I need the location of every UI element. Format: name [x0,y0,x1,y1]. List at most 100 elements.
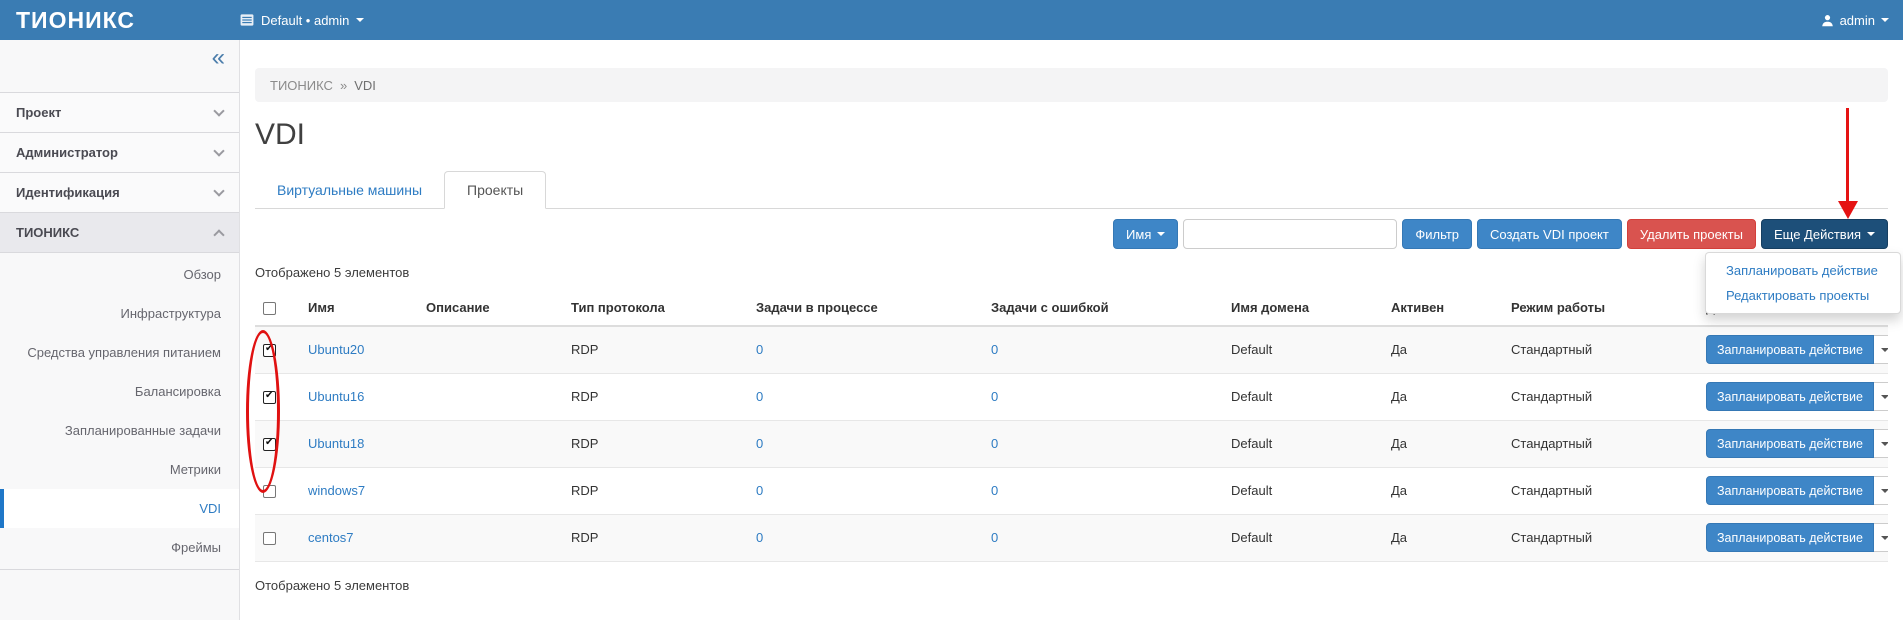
sidebar-item-5[interactable]: Метрики [0,450,239,489]
cell-tasks-failed-link[interactable]: 0 [991,483,998,498]
cell-active: Да [1383,514,1503,561]
sidebar-section-2[interactable]: Идентификация [0,173,239,213]
cell-tasks-in-progress-link[interactable]: 0 [756,530,763,545]
schedule-action-button[interactable]: Запланировать действие [1706,523,1874,552]
cell-description [418,420,563,467]
cell-tasks-in-progress-link[interactable]: 0 [756,483,763,498]
sidebar-section-3[interactable]: ТИОНИКС [0,213,239,253]
schedule-action-button[interactable]: Запланировать действие [1706,429,1874,458]
schedule-action-button[interactable]: Запланировать действие [1706,476,1874,505]
cell-active: Да [1383,420,1503,467]
sidebar-section-label: Администратор [16,145,118,160]
cell-tasks-in-progress: 0 [748,326,983,373]
name-filter-dropdown[interactable]: Имя [1113,219,1178,249]
row-action-button-group: Запланировать действие [1706,382,1888,411]
sidebar-item-0[interactable]: Обзор [0,255,239,294]
sidebar-item-3[interactable]: Балансировка [0,372,239,411]
cell-domain: Default [1223,326,1383,373]
cell-name: Ubuntu18 [300,420,418,467]
cell-name: centos7 [300,514,418,561]
cell-tasks-in-progress: 0 [748,467,983,514]
chevron-up-icon [213,229,224,240]
chevron-down-icon [1881,348,1888,352]
cell-protocol: RDP [563,514,748,561]
project-name-link[interactable]: windows7 [308,483,365,498]
cell-actions: Запланировать действие [1698,326,1888,373]
row-action-button-group: Запланировать действие [1706,476,1888,505]
cell-name: windows7 [300,467,418,514]
cell-tasks-failed-link[interactable]: 0 [991,436,998,451]
annotation-red-arrow-line [1846,108,1849,203]
sidebar-collapse-icon[interactable]: « [212,46,225,70]
tionix-logo: ТИОНИКС [16,7,135,33]
cell-tasks-in-progress: 0 [748,373,983,420]
user-icon [1821,14,1834,27]
dropdown-menu-item-0[interactable]: Запланировать действие [1706,258,1900,283]
more-actions-dropdown-menu: Запланировать действиеРедактировать прое… [1705,252,1901,314]
sidebar-section-1[interactable]: Администратор [0,133,239,173]
main-content: ТИОНИКС » VDI VDI Виртуальные машиныПрое… [240,40,1903,620]
cell-tasks-in-progress-link[interactable]: 0 [756,389,763,404]
sidebar-item-7[interactable]: Фреймы [0,528,239,567]
project-name-link[interactable]: Ubuntu18 [308,436,364,451]
items-count-top: Отображено 5 элементов [255,265,1888,280]
cell-tasks-in-progress-link[interactable]: 0 [756,342,763,357]
row-actions-dropdown-toggle[interactable] [1874,429,1888,458]
column-header-6: Активен [1383,290,1503,326]
cell-tasks-failed-link[interactable]: 0 [991,389,998,404]
row-actions-dropdown-toggle[interactable] [1874,335,1888,364]
cell-select [255,514,300,561]
schedule-action-button[interactable]: Запланировать действие [1706,335,1874,364]
name-filter-label: Имя [1126,227,1151,242]
delete-projects-button[interactable]: Удалить проекты [1627,219,1756,249]
chevron-down-icon [1867,232,1875,236]
chevron-down-icon [1881,18,1889,22]
page-title: VDI [255,118,1888,152]
cell-mode: Стандартный [1503,514,1698,561]
sidebar-section-label: Идентификация [16,185,120,200]
search-input[interactable] [1183,219,1397,249]
user-menu[interactable]: admin [1821,13,1903,28]
cell-tasks-failed-link[interactable]: 0 [991,530,998,545]
column-header-2: Тип протокола [563,290,748,326]
cell-tasks-failed: 0 [983,326,1223,373]
project-context-switcher[interactable]: Default • admin [240,13,364,28]
column-header-5: Имя домена [1223,290,1383,326]
sidebar-item-4[interactable]: Запланированные задачи [0,411,239,450]
cell-mode: Стандартный [1503,420,1698,467]
dropdown-menu-item-1[interactable]: Редактировать проекты [1706,283,1900,308]
sidebar-section-0[interactable]: Проект [0,93,239,133]
select-all-checkbox[interactable] [263,302,276,315]
row-checkbox[interactable] [263,532,276,545]
table-row: Ubuntu18RDP00DefaultДаСтандартныйЗаплани… [255,420,1888,467]
username-label: admin [1840,13,1875,28]
cell-domain: Default [1223,467,1383,514]
cell-protocol: RDP [563,326,748,373]
row-actions-dropdown-toggle[interactable] [1874,382,1888,411]
tab-1[interactable]: Проекты [444,171,546,209]
cell-tasks-in-progress-link[interactable]: 0 [756,436,763,451]
cell-actions: Запланировать действие [1698,373,1888,420]
cell-mode: Стандартный [1503,373,1698,420]
row-actions-dropdown-toggle[interactable] [1874,523,1888,552]
sidebar-item-6[interactable]: VDI [0,489,239,528]
schedule-action-button[interactable]: Запланировать действие [1706,382,1874,411]
cell-tasks-failed-link[interactable]: 0 [991,342,998,357]
project-name-link[interactable]: Ubuntu20 [308,342,364,357]
tab-0[interactable]: Виртуальные машины [255,172,444,208]
breadcrumb-root[interactable]: ТИОНИКС [270,78,333,93]
cell-active: Да [1383,373,1503,420]
more-actions-button[interactable]: Еще Действия [1761,219,1888,249]
row-actions-dropdown-toggle[interactable] [1874,476,1888,505]
row-action-button-group: Запланировать действие [1706,429,1888,458]
project-name-link[interactable]: Ubuntu16 [308,389,364,404]
sidebar-item-1[interactable]: Инфраструктура [0,294,239,333]
cell-domain: Default [1223,420,1383,467]
filter-button[interactable]: Фильтр [1402,219,1472,249]
sidebar-item-2[interactable]: Средства управления питанием [0,333,239,372]
annotation-red-oval [246,330,280,493]
cell-tasks-failed: 0 [983,467,1223,514]
row-action-button-group: Запланировать действие [1706,523,1888,552]
create-vdi-project-button[interactable]: Создать VDI проект [1477,219,1622,249]
project-name-link[interactable]: centos7 [308,530,354,545]
